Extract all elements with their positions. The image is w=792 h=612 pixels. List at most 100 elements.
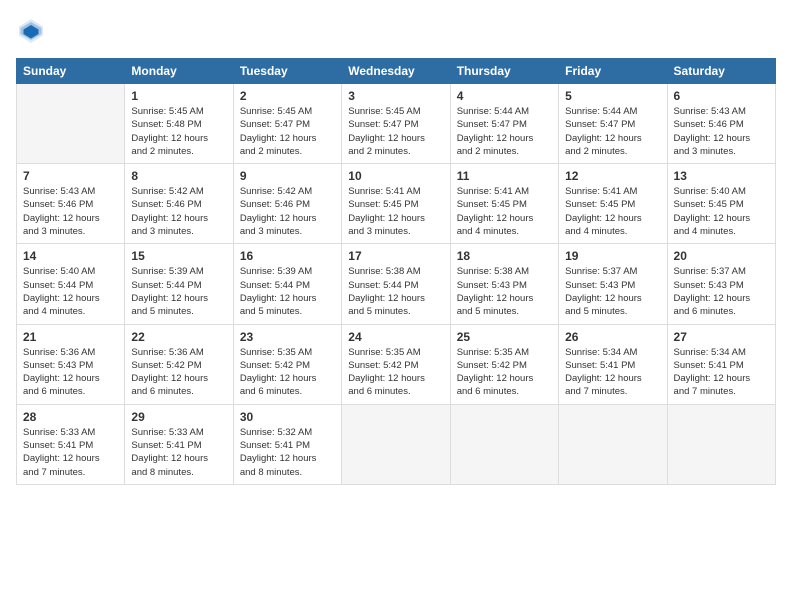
day-number: 16 [240,249,335,263]
week-row-3: 14 Sunrise: 5:40 AM Sunset: 5:44 PM Dayli… [17,244,776,324]
calendar-cell: 1 Sunrise: 5:45 AM Sunset: 5:48 PM Daylig… [125,84,233,164]
calendar-cell: 18 Sunrise: 5:38 AM Sunset: 5:43 PM Dayli… [450,244,558,324]
calendar-cell: 22Sunrise: 5:36 AM Sunset: 5:42 PM Dayli… [125,324,233,404]
calendar-cell: 8 Sunrise: 5:42 AM Sunset: 5:46 PM Daylig… [125,164,233,244]
day-info: Sunrise: 5:41 AM Sunset: 5:45 PM Dayligh… [348,185,443,238]
calendar-cell [450,404,558,484]
day-number: 21 [23,330,118,344]
calendar-cell: 2 Sunrise: 5:45 AM Sunset: 5:47 PM Daylig… [233,84,341,164]
day-number: 4 [457,89,552,103]
calendar-cell: 23 Sunrise: 5:35 AM Sunset: 5:42 PM Dayli… [233,324,341,404]
day-number: 12 [565,169,660,183]
day-info: Sunrise: 5:43 AM Sunset: 5:46 PM Dayligh… [23,185,118,238]
day-number: 5 [565,89,660,103]
day-number: 10 [348,169,443,183]
day-number: 18 [457,249,552,263]
logo [16,16,52,46]
day-number: 19 [565,249,660,263]
calendar-cell: 20 Sunrise: 5:37 AM Sunset: 5:43 PM Dayli… [667,244,775,324]
day-info: Sunrise: 5:38 AM Sunset: 5:43 PM Dayligh… [457,265,552,318]
day-number: 9 [240,169,335,183]
calendar-cell: 17 Sunrise: 5:38 AM Sunset: 5:44 PM Dayli… [342,244,450,324]
page-header [16,16,776,46]
day-info: Sunrise: 5:37 AM Sunset: 5:43 PM Dayligh… [565,265,660,318]
day-info: Sunrise: 5:41 AM Sunset: 5:45 PM Dayligh… [565,185,660,238]
week-row-2: 7 Sunrise: 5:43 AM Sunset: 5:46 PM Daylig… [17,164,776,244]
week-row-5: 28 Sunrise: 5:33 AM Sunset: 5:41 PM Dayli… [17,404,776,484]
day-info: Sunrise: 5:33 AM Sunset: 5:41 PM Dayligh… [131,426,226,479]
week-row-1: 1 Sunrise: 5:45 AM Sunset: 5:48 PM Daylig… [17,84,776,164]
day-info: Sunrise: 5:43 AM Sunset: 5:46 PM Dayligh… [674,105,769,158]
weekday-header-friday: Friday [559,59,667,84]
calendar-cell: 26 Sunrise: 5:34 AM Sunset: 5:41 PM Dayli… [559,324,667,404]
calendar-cell [667,404,775,484]
weekday-header-sunday: Sunday [17,59,125,84]
day-number: 25 [457,330,552,344]
day-info: Sunrise: 5:33 AM Sunset: 5:41 PM Dayligh… [23,426,118,479]
day-info: Sunrise: 5:41 AM Sunset: 5:45 PM Dayligh… [457,185,552,238]
day-number: 24 [348,330,443,344]
calendar-cell: 12 Sunrise: 5:41 AM Sunset: 5:45 PM Dayli… [559,164,667,244]
day-info: Sunrise: 5:34 AM Sunset: 5:41 PM Dayligh… [565,346,660,399]
calendar-cell: 5 Sunrise: 5:44 AM Sunset: 5:47 PM Daylig… [559,84,667,164]
weekday-header-thursday: Thursday [450,59,558,84]
day-number: 2 [240,89,335,103]
day-info: Sunrise: 5:45 AM Sunset: 5:47 PM Dayligh… [348,105,443,158]
day-number: 22 [131,330,226,344]
calendar-cell: 9 Sunrise: 5:42 AM Sunset: 5:46 PM Daylig… [233,164,341,244]
day-info: Sunrise: 5:40 AM Sunset: 5:44 PM Dayligh… [23,265,118,318]
day-info: Sunrise: 5:40 AM Sunset: 5:45 PM Dayligh… [674,185,769,238]
calendar-cell [342,404,450,484]
day-number: 1 [131,89,226,103]
day-info: Sunrise: 5:42 AM Sunset: 5:46 PM Dayligh… [240,185,335,238]
day-number: 29 [131,410,226,424]
calendar-cell: 6 Sunrise: 5:43 AM Sunset: 5:46 PM Daylig… [667,84,775,164]
day-number: 13 [674,169,769,183]
day-number: 23 [240,330,335,344]
day-number: 26 [565,330,660,344]
day-info: Sunrise: 5:39 AM Sunset: 5:44 PM Dayligh… [240,265,335,318]
day-info: Sunrise: 5:42 AM Sunset: 5:46 PM Dayligh… [131,185,226,238]
day-info: Sunrise: 5:36 AM Sunset: 5:43 PM Dayligh… [23,346,118,399]
calendar-cell: 10 Sunrise: 5:41 AM Sunset: 5:45 PM Dayli… [342,164,450,244]
weekday-header-row: SundayMondayTuesdayWednesdayThursdayFrid… [17,59,776,84]
calendar-cell: 3Sunrise: 5:45 AM Sunset: 5:47 PM Daylig… [342,84,450,164]
day-info: Sunrise: 5:35 AM Sunset: 5:42 PM Dayligh… [457,346,552,399]
day-number: 20 [674,249,769,263]
day-number: 8 [131,169,226,183]
day-number: 17 [348,249,443,263]
day-info: Sunrise: 5:32 AM Sunset: 5:41 PM Dayligh… [240,426,335,479]
calendar-cell [17,84,125,164]
calendar-cell: 4 Sunrise: 5:44 AM Sunset: 5:47 PM Daylig… [450,84,558,164]
day-info: Sunrise: 5:44 AM Sunset: 5:47 PM Dayligh… [565,105,660,158]
day-number: 28 [23,410,118,424]
weekday-header-tuesday: Tuesday [233,59,341,84]
day-number: 11 [457,169,552,183]
calendar-cell: 25 Sunrise: 5:35 AM Sunset: 5:42 PM Dayli… [450,324,558,404]
weekday-header-monday: Monday [125,59,233,84]
weekday-header-saturday: Saturday [667,59,775,84]
calendar-cell: 7 Sunrise: 5:43 AM Sunset: 5:46 PM Daylig… [17,164,125,244]
calendar-cell: 24 Sunrise: 5:35 AM Sunset: 5:42 PM Dayli… [342,324,450,404]
day-number: 15 [131,249,226,263]
calendar-cell: 29 Sunrise: 5:33 AM Sunset: 5:41 PM Dayli… [125,404,233,484]
day-number: 27 [674,330,769,344]
calendar-cell [559,404,667,484]
day-number: 30 [240,410,335,424]
day-info: Sunrise: 5:45 AM Sunset: 5:47 PM Dayligh… [240,105,335,158]
day-info: Sunrise: 5:35 AM Sunset: 5:42 PM Dayligh… [240,346,335,399]
day-number: 6 [674,89,769,103]
day-info: Sunrise: 5:45 AM Sunset: 5:48 PM Dayligh… [131,105,226,158]
day-info: Sunrise: 5:35 AM Sunset: 5:42 PM Dayligh… [348,346,443,399]
day-number: 14 [23,249,118,263]
calendar-cell: 30 Sunrise: 5:32 AM Sunset: 5:41 PM Dayli… [233,404,341,484]
day-info: Sunrise: 5:38 AM Sunset: 5:44 PM Dayligh… [348,265,443,318]
day-info: Sunrise: 5:44 AM Sunset: 5:47 PM Dayligh… [457,105,552,158]
day-info: Sunrise: 5:37 AM Sunset: 5:43 PM Dayligh… [674,265,769,318]
logo-icon [16,16,46,46]
day-number: 7 [23,169,118,183]
calendar-cell: 28 Sunrise: 5:33 AM Sunset: 5:41 PM Dayli… [17,404,125,484]
calendar-cell: 15Sunrise: 5:39 AM Sunset: 5:44 PM Dayli… [125,244,233,324]
calendar-cell: 21 Sunrise: 5:36 AM Sunset: 5:43 PM Dayli… [17,324,125,404]
calendar-cell: 19 Sunrise: 5:37 AM Sunset: 5:43 PM Dayli… [559,244,667,324]
